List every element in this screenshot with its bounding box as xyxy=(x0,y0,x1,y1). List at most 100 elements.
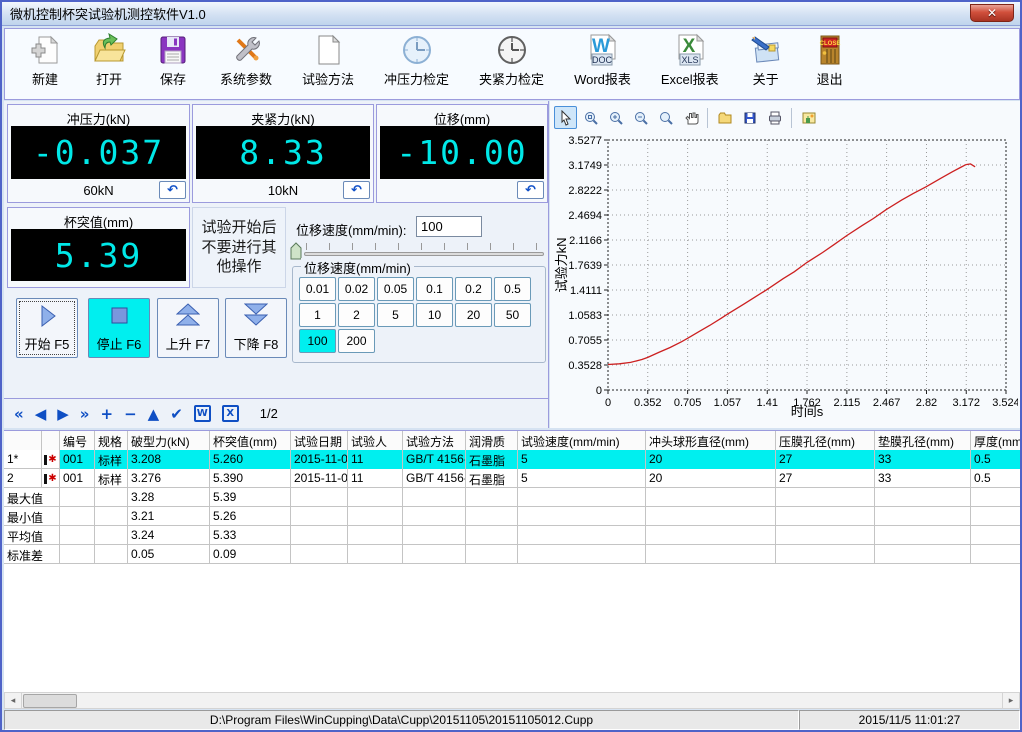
start-button[interactable]: 开始 F5 xyxy=(16,298,78,358)
test-method-button[interactable]: 试验方法 xyxy=(287,31,369,97)
print-curve-button[interactable] xyxy=(763,106,786,129)
svg-text:0.352: 0.352 xyxy=(634,397,662,409)
nav-prev-icon[interactable]: ◀ xyxy=(35,405,47,423)
svg-text:1.057: 1.057 xyxy=(714,397,742,409)
exit-button[interactable]: CLOSE 退出 xyxy=(798,31,862,97)
open-curve-button[interactable] xyxy=(713,106,736,129)
svg-text:2.1166: 2.1166 xyxy=(569,235,602,247)
scroll-right-arrow[interactable]: ▸ xyxy=(1002,693,1019,708)
svg-text:3.172: 3.172 xyxy=(952,397,980,409)
about-button[interactable]: 关于 xyxy=(734,31,798,97)
clamp-force-calib-button[interactable]: 夹紧力检定 xyxy=(464,31,559,97)
window-title: 微机控制杯突试验机测控软件V1.0 xyxy=(10,4,206,23)
nav-add-icon[interactable]: + xyxy=(101,405,114,423)
save-button[interactable]: 保存 xyxy=(141,31,205,97)
clamp-force-zero-button[interactable]: ↶ xyxy=(343,181,370,199)
zoom-out-tool[interactable] xyxy=(629,106,652,129)
punch-force-calib-button[interactable]: 冲压力检定 xyxy=(369,31,464,97)
speed-option-200[interactable]: 200 xyxy=(338,329,375,353)
nav-last-icon[interactable]: » xyxy=(80,405,90,423)
new-button[interactable]: 新建 xyxy=(13,31,77,97)
column-header: 压膜孔径(mm) xyxy=(776,431,875,450)
speed-option-10[interactable]: 10 xyxy=(416,303,453,327)
nav-remove-icon[interactable]: − xyxy=(124,405,137,423)
svg-text:XLS: XLS xyxy=(681,55,698,65)
save-curve-button[interactable] xyxy=(738,106,761,129)
title-bar: 微机控制杯突试验机测控软件V1.0 ✕ xyxy=(2,2,1020,26)
open-folder-icon xyxy=(92,33,126,67)
speed-option-1[interactable]: 1 xyxy=(299,303,336,327)
svg-text:2.115: 2.115 xyxy=(834,397,861,409)
svg-text:1.0583: 1.0583 xyxy=(568,310,602,322)
displacement-zero-button[interactable]: ↶ xyxy=(517,181,544,199)
nav-word-export-icon[interactable]: W xyxy=(194,405,211,422)
speed-options: 0.010.020.050.10.20.5 125102050 100200 xyxy=(293,267,545,355)
slider-track[interactable] xyxy=(304,252,544,256)
speed-input[interactable] xyxy=(416,216,482,237)
punch-force-zero-button[interactable]: ↶ xyxy=(159,181,186,199)
nav-first-icon[interactable]: « xyxy=(14,405,24,423)
table-header-row: 编号规格破型力(kN)杯突值(mm)试验日期试验人试验方法润滑质试验速度(mm/… xyxy=(4,431,1020,450)
stats-row: 标准差0.050.09 xyxy=(4,545,1020,564)
cupping-value: 5.39 xyxy=(11,229,186,281)
main-toolbar: 新建 打开 保存 系统参数 试验方法 冲压力检定 xyxy=(4,28,1020,100)
zoom-window-tool[interactable] xyxy=(579,106,602,129)
horizontal-scrollbar[interactable]: ◂ ▸ xyxy=(4,692,1020,709)
speed-option-100[interactable]: 100 xyxy=(299,329,336,353)
column-header: 冲头球形直径(mm) xyxy=(646,431,776,450)
speed-option-20[interactable]: 20 xyxy=(455,303,492,327)
gauge-icon xyxy=(400,33,434,67)
system-params-button[interactable]: 系统参数 xyxy=(205,31,287,97)
svg-text:DOC: DOC xyxy=(592,55,613,65)
nav-excel-export-icon[interactable]: X xyxy=(222,405,239,422)
word-report-button[interactable]: WDOC Word报表 xyxy=(559,31,646,97)
speed-options-group: 位移速度(mm/min) 0.010.020.050.10.20.5125102… xyxy=(292,266,546,363)
stop-icon xyxy=(107,303,131,332)
new-document-icon xyxy=(28,33,62,67)
cursor-tool[interactable] xyxy=(554,106,577,129)
speed-option-0.1[interactable]: 0.1 xyxy=(416,277,453,301)
up-button[interactable]: 上升 F7 xyxy=(157,298,219,358)
pan-hand-tool[interactable] xyxy=(679,106,702,129)
stats-row: 平均值3.245.33 xyxy=(4,526,1020,545)
svg-text:0.7055: 0.7055 xyxy=(568,335,602,347)
nav-edit-icon[interactable]: ▲ xyxy=(148,405,160,423)
speed-option-0.02[interactable]: 0.02 xyxy=(338,277,375,301)
column-header: 试验速度(mm/min) xyxy=(518,431,646,450)
svg-text:0.705: 0.705 xyxy=(674,397,702,409)
svg-text:1.7639: 1.7639 xyxy=(568,260,602,272)
close-icon: ✕ xyxy=(987,6,997,20)
speed-option-5[interactable]: 5 xyxy=(377,303,414,327)
table-row[interactable]: 1*✱001标样3.2085.2602015-11-0511GB/T 4156-… xyxy=(4,450,1020,469)
save-floppy-icon xyxy=(156,33,190,67)
speed-option-0.05[interactable]: 0.05 xyxy=(377,277,414,301)
background-image-button[interactable] xyxy=(797,106,820,129)
svg-text:CLOSE: CLOSE xyxy=(819,41,840,47)
undo-icon: ↶ xyxy=(167,182,178,197)
speed-option-50[interactable]: 50 xyxy=(494,303,531,327)
svg-text:2.4694: 2.4694 xyxy=(568,210,602,222)
excel-report-button[interactable]: XXLS Excel报表 xyxy=(646,31,734,97)
displacement-value: -10.00 xyxy=(380,126,544,179)
zoom-reset-tool[interactable] xyxy=(654,106,677,129)
scroll-left-arrow[interactable]: ◂ xyxy=(5,693,22,708)
nav-next-icon[interactable]: ▶ xyxy=(57,405,69,423)
speed-option-0.2[interactable]: 0.2 xyxy=(455,277,492,301)
table-row[interactable]: 2✱001标样3.2765.3902015-11-0511GB/T 4156-石… xyxy=(4,469,1020,488)
nav-confirm-icon[interactable]: ✔ xyxy=(170,405,183,423)
stop-button[interactable]: 停止 F6 xyxy=(88,298,150,358)
down-button[interactable]: 下降 F8 xyxy=(225,298,287,358)
separator xyxy=(707,108,708,128)
scrollbar-thumb[interactable] xyxy=(23,694,77,708)
zoom-in-tool[interactable] xyxy=(604,106,627,129)
open-button[interactable]: 打开 xyxy=(77,31,141,97)
chart-toolbar xyxy=(554,105,820,130)
document-icon xyxy=(311,33,345,67)
close-button[interactable]: ✕ xyxy=(970,4,1014,22)
speed-option-2[interactable]: 2 xyxy=(338,303,375,327)
svg-text:试验力kN: 试验力kN xyxy=(554,238,569,293)
clamp-force-range: 10kN xyxy=(268,183,298,198)
speed-option-0.01[interactable]: 0.01 xyxy=(299,277,336,301)
speed-option-0.5[interactable]: 0.5 xyxy=(494,277,531,301)
force-time-chart: 00.35280.70551.05831.41111.76392.11662.4… xyxy=(552,132,1018,424)
